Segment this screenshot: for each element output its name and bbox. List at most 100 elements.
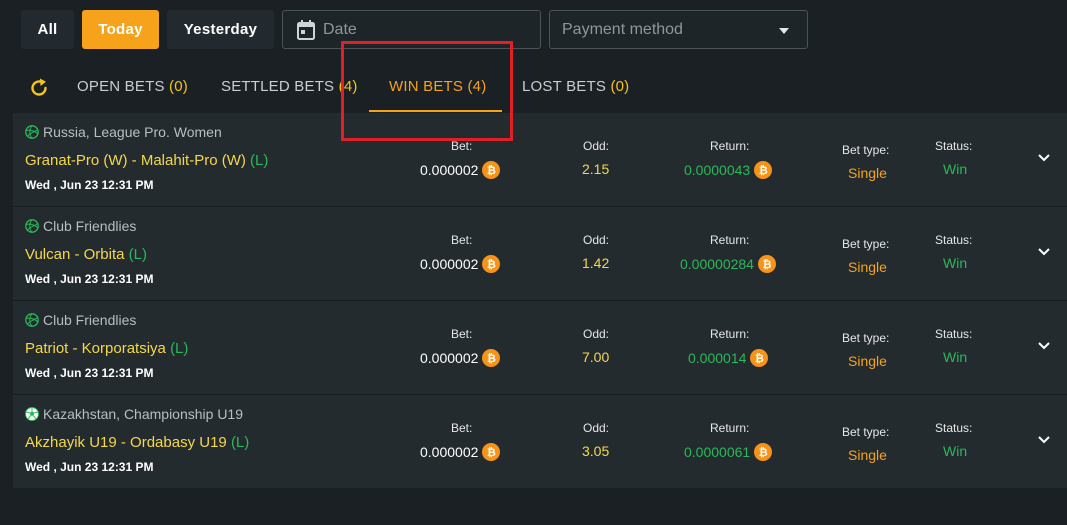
bet-row: Club Friendlies Vulcan - Orbita (L) Wed … — [13, 207, 1067, 301]
match-name: Vulcan - Orbita (L) — [25, 246, 147, 263]
bet-label: Bet: — [451, 139, 473, 153]
bet-amount: 0.000002 ₿ — [420, 161, 501, 179]
bet-row: Club Friendlies Patriot - Korporatsiya (… — [13, 301, 1067, 395]
match-teams: Akzhayik U19 - Ordabasy U19 — [25, 434, 227, 451]
bet-datetime: Wed , Jun 23 12:31 PM — [25, 272, 154, 286]
match-name: Patriot - Korporatsiya (L) — [25, 340, 188, 357]
bet-amount-value: 0.000002 — [420, 162, 479, 178]
league-name: Club Friendlies — [25, 218, 136, 234]
bitcoin-icon: ₿ — [482, 443, 501, 461]
chevron-down-icon[interactable] — [1037, 151, 1051, 165]
match-name: Granat-Pro (W) - Malahit-Pro (W) (L) — [25, 152, 268, 169]
bet-type-label: Bet type: — [842, 237, 890, 251]
odd-label: Odd: — [583, 327, 610, 341]
bitcoin-icon: ₿ — [754, 443, 773, 461]
status-value: Win — [943, 255, 968, 271]
return-amount-value: 0.00000284 — [680, 256, 754, 272]
volleyball-icon — [25, 125, 39, 139]
chevron-down-icon[interactable] — [1037, 245, 1051, 259]
tab-count: (0) — [610, 78, 630, 95]
date-field[interactable]: Date — [282, 10, 541, 49]
bet-type-label: Bet type: — [842, 425, 890, 439]
return-label: Return: — [710, 233, 750, 247]
bet-label: Bet: — [451, 327, 473, 341]
odd-label: Odd: — [583, 421, 610, 435]
bet-amount: 0.000002 ₿ — [420, 255, 501, 273]
bet-row: Russia, League Pro. Women Granat-Pro (W)… — [13, 113, 1067, 207]
bet-amount: 0.000002 ₿ — [420, 349, 501, 367]
bet-label: Bet: — [451, 421, 473, 435]
bet-type-value: Single — [848, 447, 887, 463]
bet-label: Bet: — [451, 233, 473, 247]
chevron-down-icon[interactable] — [1037, 433, 1051, 447]
volleyball-icon — [25, 313, 39, 327]
live-marker: (L) — [230, 434, 250, 451]
tab-count: (4) — [338, 78, 358, 95]
return-amount-value: 0.000014 — [688, 350, 747, 366]
tab-label: LOST BETS — [522, 78, 607, 95]
filter-yesterday-button[interactable]: Yesterday — [167, 10, 274, 49]
tab-label: WIN BETS — [389, 78, 464, 95]
return-amount: 0.0000043 ₿ — [684, 161, 773, 179]
status-label: Status: — [935, 139, 973, 153]
bitcoin-icon: ₿ — [757, 255, 776, 273]
payment-method-placeholder: Payment method — [562, 20, 683, 38]
active-tab-indicator — [369, 110, 502, 112]
bet-list: Russia, League Pro. Women Granat-Pro (W)… — [13, 113, 1067, 489]
date-placeholder: Date — [323, 20, 357, 38]
tab-settled-bets[interactable]: SETTLED BETS (4) — [221, 78, 358, 95]
bitcoin-icon: ₿ — [482, 349, 501, 367]
odd-value: 3.05 — [582, 443, 610, 459]
bet-datetime: Wed , Jun 23 12:31 PM — [25, 178, 154, 192]
tab-label: SETTLED BETS — [221, 78, 335, 95]
bet-datetime: Wed , Jun 23 12:31 PM — [25, 366, 154, 380]
league-label: Kazakhstan, Championship U19 — [43, 406, 244, 422]
return-amount-value: 0.0000043 — [684, 162, 751, 178]
tab-lost-bets[interactable]: LOST BETS (0) — [522, 78, 629, 95]
bitcoin-icon: ₿ — [754, 161, 773, 179]
calendar-icon — [297, 19, 315, 40]
volleyball-icon — [25, 219, 39, 233]
status-value: Win — [943, 161, 968, 177]
league-name: Kazakhstan, Championship U19 — [25, 406, 243, 422]
status-value: Win — [943, 443, 968, 459]
league-label: Club Friendlies — [43, 312, 137, 328]
return-label: Return: — [710, 421, 750, 435]
bitcoin-icon: ₿ — [482, 255, 501, 273]
league-label: Club Friendlies — [43, 218, 137, 234]
tab-label: OPEN BETS — [77, 78, 165, 95]
live-marker: (L) — [128, 246, 148, 263]
league-label: Russia, League Pro. Women — [43, 124, 222, 140]
odd-label: Odd: — [583, 139, 610, 153]
tab-count: (4) — [467, 78, 487, 95]
bet-amount-value: 0.000002 — [420, 350, 479, 366]
tab-open-bets[interactable]: OPEN BETS (0) — [77, 78, 188, 95]
return-amount: 0.0000061 ₿ — [684, 443, 773, 461]
status-label: Status: — [935, 327, 973, 341]
tab-count: (0) — [169, 78, 188, 95]
bitcoin-icon: ₿ — [482, 161, 501, 179]
bet-datetime: Wed , Jun 23 12:31 PM — [25, 460, 154, 474]
payment-method-select[interactable]: Payment method — [549, 10, 808, 49]
live-marker: (L) — [170, 340, 189, 357]
filter-all-button[interactable]: All — [21, 10, 74, 49]
bet-amount-value: 0.000002 — [420, 256, 479, 272]
return-label: Return: — [710, 139, 750, 153]
status-label: Status: — [935, 421, 973, 435]
tab-win-bets[interactable]: WIN BETS (4) — [389, 78, 486, 95]
soccer-ball-icon — [25, 407, 39, 421]
odd-label: Odd: — [583, 233, 610, 247]
bitcoin-icon: ₿ — [750, 349, 769, 367]
match-name: Akzhayik U19 - Ordabasy U19 (L) — [25, 434, 249, 451]
odd-value: 1.42 — [582, 255, 610, 271]
league-name: Club Friendlies — [25, 312, 136, 328]
filter-today-button[interactable]: Today — [82, 10, 159, 49]
league-name: Russia, League Pro. Women — [25, 124, 222, 140]
filter-bar: All Today Yesterday Date Payment method — [0, 0, 1067, 60]
return-amount: 0.000014 ₿ — [688, 349, 769, 367]
chevron-down-icon[interactable] — [1037, 339, 1051, 353]
match-teams: Granat-Pro (W) - Malahit-Pro (W) — [25, 152, 246, 169]
bet-amount: 0.000002 ₿ — [420, 443, 501, 461]
return-label: Return: — [710, 327, 750, 341]
refresh-icon[interactable] — [29, 78, 49, 98]
